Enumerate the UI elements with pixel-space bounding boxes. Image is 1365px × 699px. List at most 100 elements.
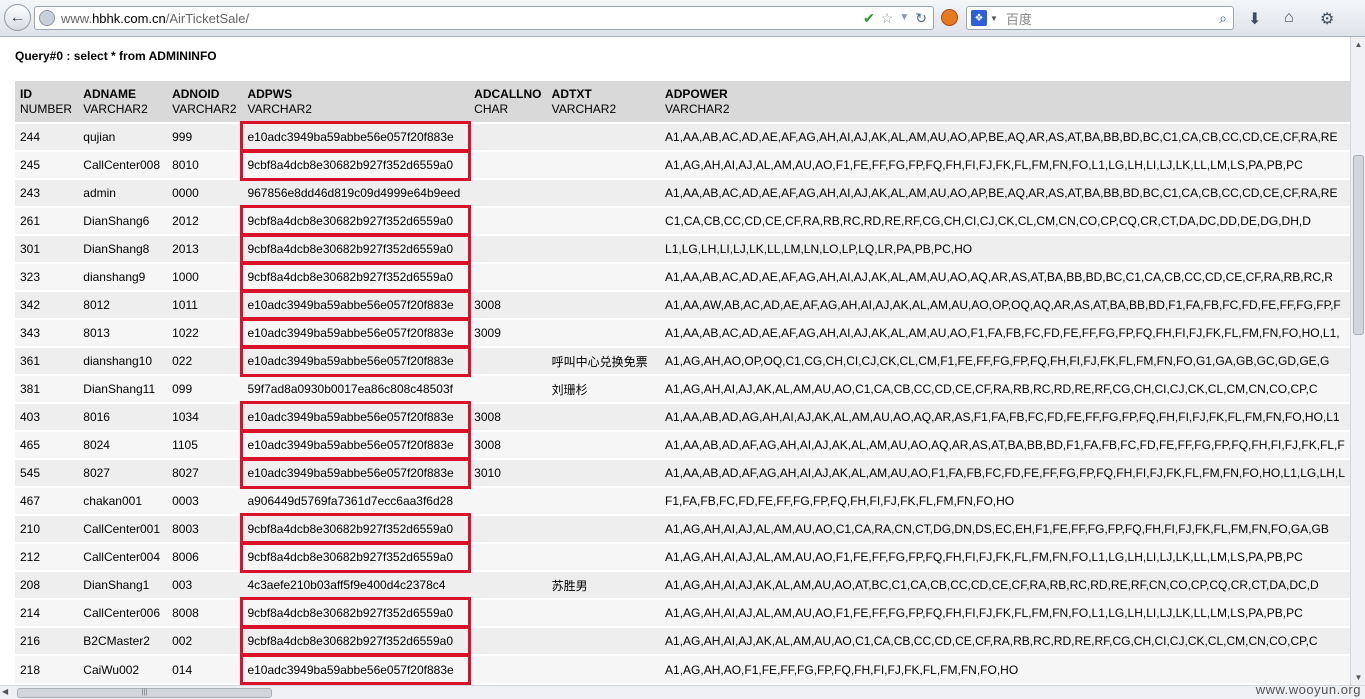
cell-adnoid-text: 2012 (172, 214, 199, 228)
search-input[interactable]: 百度 (1006, 9, 1032, 28)
cell-adtxt-text: 刘珊杉 (551, 382, 588, 397)
cell-adtxt (546, 122, 661, 151)
search-box[interactable]: ❖ ▼ 百度 ⌕ (966, 6, 1234, 30)
cell-adnoid: 014 (167, 654, 243, 683)
table-row: 212 CallCenter004 8006 9cbf8a4dcb8e30682b92… (15, 541, 1350, 573)
cell-adpower-text: A1,AG,AH,AI,AJ,AK,AL,AM,AU,AO,C1,CA,CB,C… (665, 634, 1318, 648)
cell-adpws: a906449d5769fa7361d7ecc6aa3f6d28 (242, 486, 470, 515)
horizontal-scrollbar[interactable]: ◀ ||| (0, 685, 1365, 699)
cell-adpws-text: e10adc3949ba59abbe56e057f20f883e (247, 354, 454, 368)
cell-adpws-highlighted: 9cbf8a4dcb8e30682b927f352d6559a0 (240, 541, 472, 573)
cell-adnoid-text: 002 (172, 634, 193, 648)
cell-adtxt (546, 626, 661, 655)
globe-icon (39, 10, 55, 26)
result-table: ID NUMBER ADNAME VARCHAR2 ADNOID VARCHAR2 ADPW… (15, 81, 1350, 685)
vertical-scroll-thumb[interactable] (1353, 155, 1364, 335)
cell-adpws-text: 9cbf8a4dcb8e30682b927f352d6559a0 (247, 242, 453, 256)
cell-id-text: 244 (20, 130, 41, 144)
cell-adnoid: 1011 (167, 290, 243, 319)
cell-adname-text: DianShang8 (83, 242, 150, 256)
cell-adnoid-text: 014 (172, 662, 193, 677)
cell-adcallno-text: 3008 (474, 438, 501, 452)
cell-adnoid-text: 003 (172, 578, 193, 592)
cell-adtxt (546, 654, 661, 683)
cell-adpws-text: 59f7ad8a0930b0017ea86c808c48503f (247, 382, 453, 396)
cell-id: 381 (15, 374, 79, 403)
back-button[interactable]: ← (4, 4, 31, 31)
column-header-adname: ADNAME VARCHAR2 (78, 81, 168, 123)
cell-id: 342 (15, 290, 79, 319)
cell-adnoid: 8003 (167, 514, 243, 543)
vertical-scrollbar[interactable]: ▲ ▼ (1350, 37, 1365, 685)
download-icon[interactable]: ⬇ (1248, 9, 1261, 29)
horizontal-scroll-thumb[interactable]: ||| (17, 688, 272, 698)
cell-id: 301 (15, 234, 79, 263)
cell-adpws: 4c3aefe210b03aff5f9e400d4c2378c4 (242, 570, 470, 599)
cell-adpower-text: A1,AG,AH,AO,F1,FE,FF,FG,FP,FQ,FH,FI,FJ,F… (665, 662, 1019, 677)
column-header-adcallno: ADCALLNO CHAR (469, 81, 547, 123)
baidu-paw-icon[interactable]: ❖ (971, 10, 987, 26)
cell-adcallno (469, 654, 547, 683)
cell-adpws-highlighted: e10adc3949ba59abbe56e057f20f883e (240, 653, 472, 685)
cell-adcallno-text: 3008 (474, 298, 501, 312)
cell-adnoid-text: 8003 (172, 522, 199, 536)
cell-id-text: 467 (20, 494, 41, 508)
home-icon[interactable]: ⌂ (1284, 9, 1294, 27)
cell-id: 212 (15, 542, 79, 571)
column-type: CHAR (474, 102, 509, 116)
reload-icon[interactable]: ↻ (915, 10, 927, 26)
cell-adname-text: 8024 (83, 438, 110, 452)
table-row: 403 8016 1034 e10adc3949ba59abbe56e057f20f8… (15, 401, 1350, 433)
cell-id: 214 (15, 598, 79, 627)
column-name: ADNOID (172, 87, 220, 101)
url-text: www.hbhk.com.cn/AirTicketSale/ (61, 10, 250, 26)
cell-adname: dianshang9 (78, 262, 168, 291)
cell-adnoid-text: 022 (172, 354, 193, 368)
cell-id-text: 361 (20, 354, 41, 368)
table-row: 465 8024 1105 e10adc3949ba59abbe56e057f20f8… (15, 429, 1350, 461)
history-dropdown-icon[interactable]: ▼ (899, 10, 909, 26)
scroll-left-icon[interactable]: ◀ (2, 687, 8, 696)
cell-adtxt (546, 150, 661, 179)
cell-adnoid-text: 1034 (172, 410, 199, 424)
cell-adnoid-text: 1011 (172, 298, 198, 312)
cell-adpws-highlighted: 9cbf8a4dcb8e30682b927f352d6559a0 (240, 513, 472, 545)
cell-adpower: A1,AG,AH,AI,AJ,AK,AL,AM,AU,AO,C1,CA,CB,C… (660, 626, 1350, 655)
cell-adpws-highlighted: e10adc3949ba59abbe56e057f20f883e (240, 121, 472, 153)
cell-adpws-text: a906449d5769fa7361d7ecc6aa3f6d28 (247, 494, 453, 508)
firebug-extension-icon[interactable] (941, 9, 958, 26)
cell-adname: 8012 (78, 290, 168, 319)
compatibility-check-icon[interactable]: ✔ (863, 10, 875, 26)
cell-adpws-highlighted: 9cbf8a4dcb8e30682b927f352d6559a0 (240, 205, 472, 237)
cell-adpws-text: 967856e8dd46d819c09d4999e64b9eed (247, 186, 461, 200)
table-row: 342 8012 1011 e10adc3949ba59abbe56e057f20f8… (15, 289, 1350, 321)
cell-id: 361 (15, 346, 79, 375)
cell-id-text: 243 (20, 186, 41, 200)
bookmark-star-icon[interactable]: ☆ (881, 10, 894, 26)
cell-adcallno (469, 570, 547, 599)
column-header-adpws: ADPWS VARCHAR2 (242, 81, 470, 123)
search-icon[interactable]: ⌕ (1219, 10, 1227, 27)
cell-id-text: 245 (20, 158, 41, 172)
cell-adname: DianShang11 (78, 374, 168, 403)
cell-adpws-text: e10adc3949ba59abbe56e057f20f883e (247, 662, 454, 677)
cell-adnoid: 8010 (167, 150, 243, 179)
address-bar[interactable]: www.hbhk.com.cn/AirTicketSale/ ✔ ☆ ▼ ↻ (34, 6, 934, 30)
column-name: ADNAME (83, 87, 136, 101)
table-row: 301 DianShang8 2013 9cbf8a4dcb8e30682b927f3… (15, 233, 1350, 265)
cell-adcallno (469, 206, 547, 235)
cell-adpower: A1,AA,AB,AC,AD,AE,AF,AG,AH,AI,AJ,AK,AL,A… (660, 178, 1350, 207)
column-type: VARCHAR2 (83, 102, 148, 116)
cell-adname: CallCenter001 (78, 514, 168, 543)
column-header-id: ID NUMBER (15, 81, 79, 123)
cell-id-text: 465 (20, 438, 41, 452)
cell-id: 208 (15, 570, 79, 599)
cell-id: 216 (15, 626, 79, 655)
scroll-up-icon[interactable]: ▲ (1351, 37, 1365, 52)
table-row: 218 CaiWu002 014 e10adc3949ba59abbe56e057f2… (15, 653, 1350, 685)
cell-adpower-text: A1,AA,AB,AD,AG,AH,AI,AJ,AK,AL,AM,AU,AO,A… (665, 410, 1340, 424)
cell-adpws-highlighted: e10adc3949ba59abbe56e057f20f883e (240, 457, 472, 489)
tools-icon[interactable]: ⚙ (1320, 9, 1334, 29)
cell-adnoid: 003 (167, 570, 243, 599)
search-engine-dropdown-icon[interactable]: ▼ (990, 14, 998, 23)
